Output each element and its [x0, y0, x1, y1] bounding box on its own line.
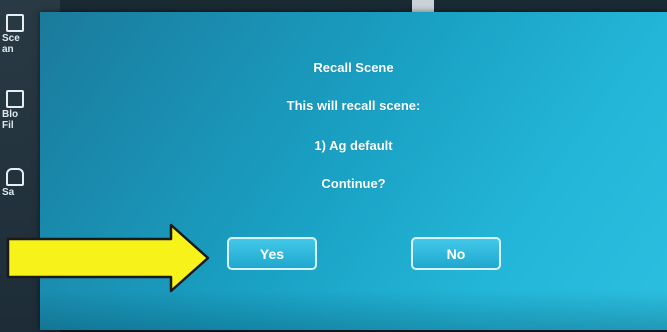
no-button[interactable]: No: [411, 237, 501, 270]
dialog-shade: [40, 290, 667, 330]
scene-icon: [6, 14, 24, 32]
yes-button[interactable]: Yes: [227, 237, 317, 270]
lock-icon: [6, 168, 24, 186]
continue-prompt: Continue?: [321, 176, 386, 191]
sidebar-item-label: Sa: [2, 187, 15, 198]
dialog-message: This will recall scene:: [286, 98, 421, 113]
annotation-arrow-icon: [6, 223, 210, 293]
dialog-title: Recall Scene: [313, 60, 394, 75]
sidebar-item-label: Sce an: [2, 33, 20, 55]
sidebar-item-label: Blo Fil: [2, 109, 19, 131]
top-bar-element: [412, 0, 434, 12]
scene-name: 1) Ag default: [314, 138, 393, 153]
sidebar-item-block-filter[interactable]: Blo Fil: [2, 90, 42, 131]
sidebar-item-scene[interactable]: Sce an: [2, 14, 42, 55]
block-filter-icon: [6, 90, 24, 108]
sidebar-item-save[interactable]: Sa: [2, 168, 42, 198]
